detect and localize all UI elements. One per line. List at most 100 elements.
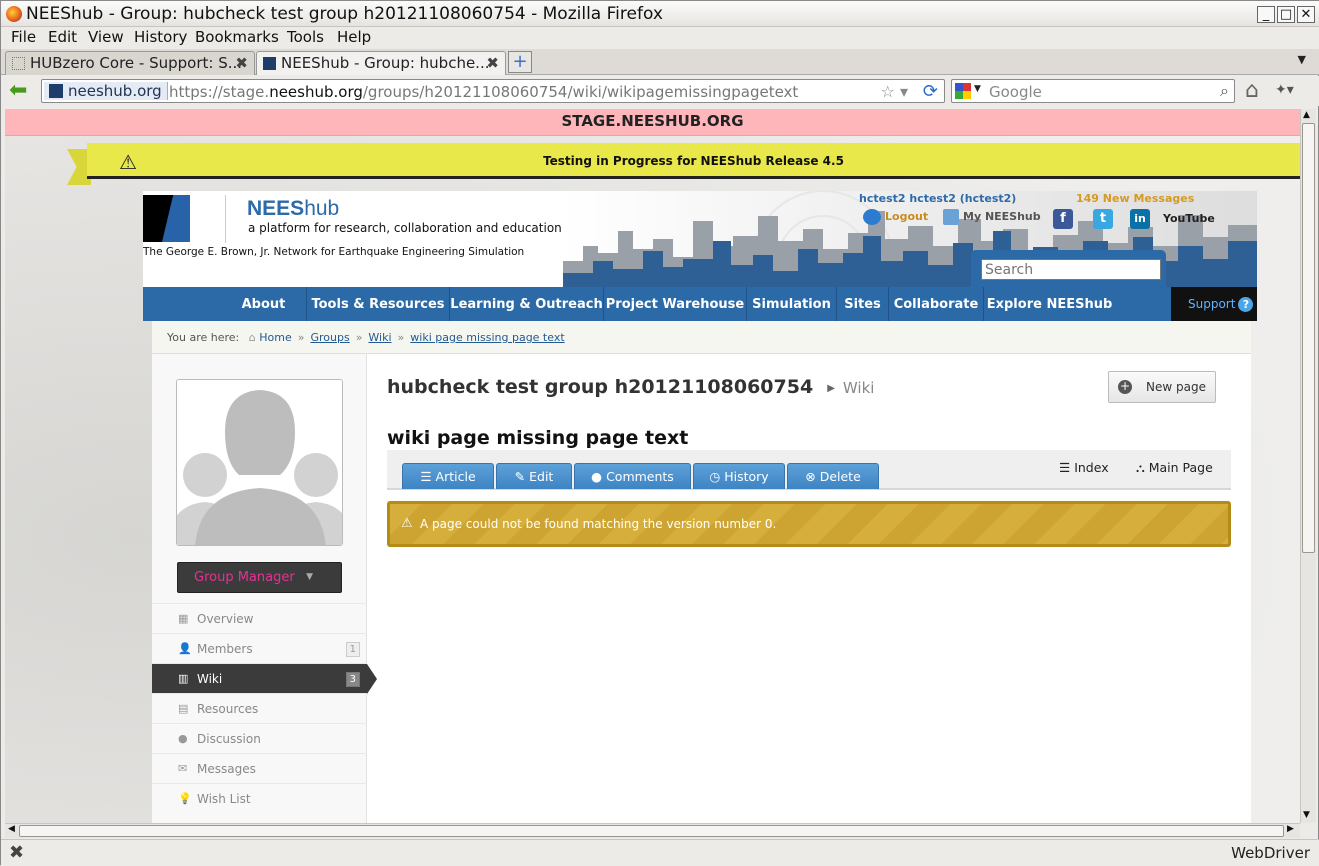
nav-learning-outreach[interactable]: Learning & Outreach <box>450 287 604 321</box>
tab-label: History <box>724 469 769 484</box>
menu-view[interactable]: View <box>88 28 124 46</box>
nav-simulation[interactable]: Simulation <box>747 287 837 321</box>
menu-history[interactable]: History <box>134 28 187 46</box>
main-page-link[interactable]: ⛬ Main Page <box>1136 460 1213 476</box>
arrow-right-icon: ▶ <box>827 383 835 394</box>
tab-history[interactable]: ◷ History <box>693 463 785 489</box>
tab-delete[interactable]: ⊗ Delete <box>787 463 879 489</box>
username-link[interactable]: hctest2 hctest2 (hctest2) <box>859 192 1016 205</box>
tab-neeshub-group[interactable]: NEEShub - Group: hubche... ✖ <box>256 51 506 75</box>
nav-tools-resources[interactable]: Tools & Resources <box>307 287 450 321</box>
sidebar-item-discussion[interactable]: ● Discussion <box>152 723 367 753</box>
minimize-button[interactable]: _ <box>1257 6 1275 23</box>
breadcrumb-current-page[interactable]: wiki page missing page text <box>410 331 564 344</box>
envelope-icon: ✉ <box>178 762 188 775</box>
caret-down-icon: ▼ <box>306 572 313 582</box>
tab-comments[interactable]: ● Comments <box>574 463 691 489</box>
twitter-icon[interactable]: t <box>1093 209 1113 229</box>
sidebar-item-overview[interactable]: ▦ Overview <box>152 603 367 633</box>
site-search-input[interactable] <box>981 259 1161 280</box>
nees-logo-mark[interactable] <box>143 195 190 242</box>
tab-edit[interactable]: ✎ Edit <box>496 463 572 489</box>
new-tab-button[interactable]: + <box>508 51 532 73</box>
my-neeshub-link[interactable]: My NEEShub <box>943 209 1041 225</box>
menu-edit[interactable]: Edit <box>48 28 77 46</box>
search-icon[interactable]: ⌕ <box>1220 81 1229 101</box>
stage-banner: STAGE.NEESHUB.ORG <box>5 109 1300 136</box>
nav-collaborate[interactable]: Collaborate <box>889 287 984 321</box>
vertical-scrollbar[interactable]: ▲ ▼ <box>1300 109 1316 823</box>
tab-list-icon[interactable]: ▼ <box>1298 53 1306 66</box>
scrollbar-thumb[interactable] <box>1302 123 1315 553</box>
scrollbar-thumb[interactable] <box>19 825 1284 837</box>
addon-icon[interactable]: ✦▾ <box>1275 82 1294 98</box>
close-icon[interactable]: ✖ <box>9 842 24 863</box>
reload-icon[interactable]: ⟳ <box>923 81 938 102</box>
scroll-up-icon[interactable]: ▲ <box>1303 110 1310 120</box>
scroll-down-icon[interactable]: ▼ <box>1303 810 1310 820</box>
scroll-left-icon[interactable]: ◀ <box>8 824 15 834</box>
status-bar: ✖ WebDriver <box>1 839 1319 866</box>
page-title: wiki page missing page text <box>387 427 689 449</box>
menu-bookmarks[interactable]: Bookmarks <box>195 28 279 46</box>
search-engine-dropdown-icon[interactable]: ▼ <box>974 84 981 94</box>
youtube-icon[interactable]: YouTube <box>1163 209 1215 229</box>
linkedin-icon[interactable]: in <box>1130 209 1150 229</box>
warning-icon: ⚠ <box>119 150 137 174</box>
bookmark-star-icon[interactable]: ☆ ▾ <box>881 82 908 101</box>
sidebar-item-resources[interactable]: ▤ Resources <box>152 693 367 723</box>
support-link[interactable]: Support? <box>1171 287 1257 321</box>
dashboard-icon <box>943 209 959 225</box>
site-logo[interactable]: NEEShub <box>247 197 339 221</box>
sidebar-item-members[interactable]: 👤 Members 1 <box>152 633 367 663</box>
breadcrumb-home[interactable]: Home <box>259 331 291 344</box>
menu-help[interactable]: Help <box>337 28 371 46</box>
sidebar-item-messages[interactable]: ✉ Messages <box>152 753 367 783</box>
site-identity-label: neeshub.org <box>68 82 162 100</box>
back-arrow-icon[interactable]: ⬅ <box>9 80 27 102</box>
menu-file[interactable]: File <box>11 28 36 46</box>
tab-close-icon[interactable]: ✖ <box>235 54 248 72</box>
sidebar-item-label: Wish List <box>197 792 251 806</box>
url-text[interactable]: https://stage.neeshub.org/groups/h201211… <box>169 83 798 101</box>
scroll-right-icon[interactable]: ▶ <box>1287 824 1294 834</box>
home-icon[interactable]: ⌂ <box>1245 78 1259 103</box>
tab-close-icon[interactable]: ✖ <box>486 54 499 72</box>
nav-explore-neeshub[interactable]: Explore NEEShub <box>984 287 1115 321</box>
warning-message: ⚠ A page could not be found matching the … <box>387 501 1231 547</box>
my-neeshub-label: My NEEShub <box>963 210 1041 223</box>
breadcrumb-groups[interactable]: Groups <box>310 331 349 344</box>
group-manager-dropdown[interactable]: Group Manager ▼ <box>177 562 342 593</box>
tab-article[interactable]: ☰ Article <box>402 463 494 489</box>
browser-search-box[interactable]: ▼ Google ⌕ <box>951 79 1235 103</box>
nav-sites[interactable]: Sites <box>837 287 889 321</box>
sitemap-icon: ⛬ <box>1136 460 1149 475</box>
group-avatar <box>176 379 343 546</box>
breadcrumb-wiki[interactable]: Wiki <box>368 331 391 344</box>
tab-bar: HUBzero Core - Support: S... ✖ NEEShub -… <box>1 49 1319 75</box>
nav-about-nees[interactable]: About NEES <box>221 287 307 321</box>
sidebar-item-label: Overview <box>197 612 254 626</box>
horizontal-scrollbar[interactable]: ◀ ▶ <box>5 823 1300 838</box>
sidebar-item-wish-list[interactable]: 💡 Wish List <box>152 783 367 813</box>
new-page-button[interactable]: + New page <box>1108 371 1216 403</box>
google-icon[interactable] <box>955 83 971 99</box>
close-button[interactable]: ✕ <box>1297 6 1315 23</box>
url-bar[interactable]: neeshub.org https://stage.neeshub.org/gr… <box>41 79 945 103</box>
main-navigation: About NEES Tools & Resources Learning & … <box>143 287 1257 321</box>
logout-label: Logout <box>885 210 929 223</box>
site-identity[interactable]: neeshub.org <box>44 82 168 100</box>
tab-label: Edit <box>529 469 554 484</box>
messages-link[interactable]: 149 New Messages <box>1076 192 1194 205</box>
index-link[interactable]: ☰ Index <box>1059 460 1109 475</box>
tab-hubzero-support[interactable]: HUBzero Core - Support: S... ✖ <box>5 51 255 75</box>
logout-link[interactable]: Logout <box>863 209 928 225</box>
maximize-button[interactable]: □ <box>1277 6 1295 23</box>
tab-label: Article <box>435 469 476 484</box>
sidebar-item-wiki[interactable]: ▥ Wiki 3 <box>152 663 377 694</box>
menu-tools[interactable]: Tools <box>287 28 324 46</box>
index-label: Index <box>1074 460 1109 475</box>
nav-project-warehouse[interactable]: Project Warehouse <box>604 287 747 321</box>
facebook-icon[interactable]: f <box>1053 209 1073 229</box>
plus-circle-icon: + <box>1118 379 1132 394</box>
